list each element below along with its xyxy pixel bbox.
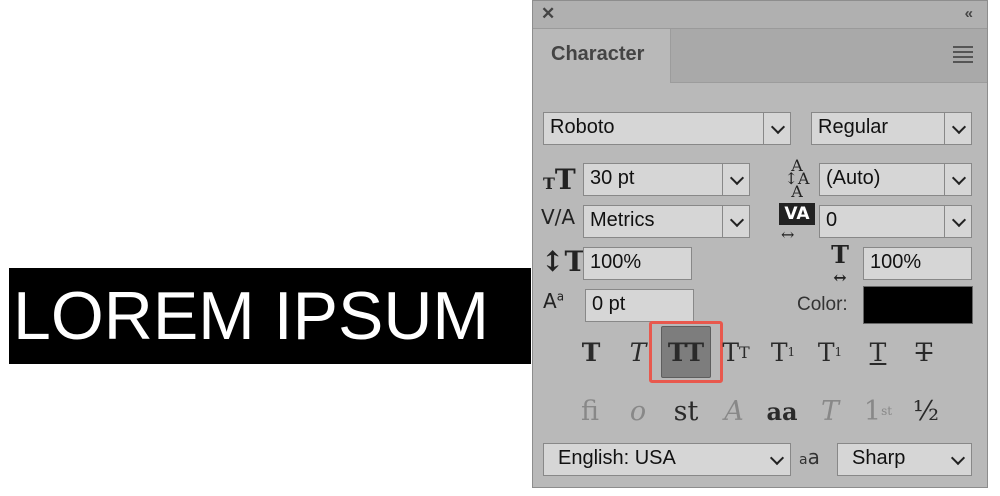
titling-alternates-button[interactable]: T [805, 391, 855, 431]
color-label: Color: [797, 294, 848, 315]
leading-value: (Auto) [826, 167, 881, 189]
color-swatch[interactable] [863, 286, 973, 324]
vertical-scale-icon: ↕T [541, 245, 586, 278]
font-family-dropdown[interactable]: Roboto [543, 112, 791, 145]
ordinals-button[interactable]: 1st [853, 391, 903, 431]
chevron-down-icon[interactable] [944, 205, 972, 238]
chevron-down-icon[interactable] [763, 112, 791, 145]
tracking-value: 0 [826, 209, 838, 231]
language-dropdown[interactable]: English: USA [543, 443, 791, 476]
tab-character[interactable]: Character [533, 29, 671, 83]
horizontal-scale-value: 100% [870, 251, 922, 273]
leading-dropdown[interactable]: (Auto) [819, 163, 972, 196]
discretionary-ligatures-button[interactable]: st [661, 391, 711, 431]
swash-button[interactable]: A [709, 391, 759, 431]
chevron-down-icon[interactable] [722, 205, 750, 238]
language-value: English: USA [558, 447, 676, 469]
font-family-value: Roboto [550, 116, 615, 138]
antialias-dropdown[interactable]: Sharp [837, 443, 972, 476]
tab-strip: Character [533, 29, 987, 83]
standard-ligatures-button[interactable]: fi [565, 391, 615, 431]
fractions-button[interactable]: ½ [901, 391, 951, 431]
underline-button[interactable]: T [853, 326, 903, 378]
chevron-down-icon[interactable] [944, 443, 972, 476]
horizontal-scale-input[interactable]: 100% [863, 247, 972, 280]
kerning-icon: V/A [541, 205, 576, 229]
vertical-scale-value: 100% [590, 251, 642, 273]
font-style-dropdown[interactable]: Regular [811, 112, 972, 145]
leading-icon: A ↕A A [784, 156, 810, 201]
faux-bold-button[interactable]: T [566, 326, 616, 378]
baseline-shift-icon: Aa [543, 289, 565, 313]
character-panel: ✕ « Character Roboto Regular TT 30 pt A ↕… [532, 0, 988, 488]
tracking-dropdown[interactable]: 0 [819, 205, 972, 238]
horizontal-scale-icon: T ↔ [831, 240, 849, 288]
chevron-down-icon[interactable] [944, 163, 972, 196]
font-style-value: Regular [818, 116, 889, 138]
chevron-down-icon[interactable] [763, 443, 791, 476]
chevron-down-icon[interactable] [944, 112, 972, 145]
contextual-alternates-button[interactable]: o [613, 391, 663, 431]
panel-title-bar: ✕ « [533, 1, 987, 29]
panel-menu-icon[interactable] [953, 46, 973, 66]
kerning-dropdown[interactable]: Metrics [583, 205, 750, 238]
kerning-value: Metrics [590, 209, 655, 231]
small-caps-button[interactable]: TT [711, 326, 761, 378]
baseline-shift-value: 0 pt [592, 293, 626, 315]
tracking-arrows-icon: ↔ [781, 225, 795, 244]
tracking-icon: VA [779, 203, 815, 225]
antialias-value: Sharp [852, 447, 906, 469]
font-size-dropdown[interactable]: 30 pt [583, 163, 750, 196]
stylistic-alternates-button[interactable]: aa [757, 391, 807, 431]
chevron-down-icon[interactable] [722, 163, 750, 196]
canvas-selected-text[interactable]: LOREM IPSUM [9, 268, 531, 364]
vertical-scale-input[interactable]: 100% [583, 247, 692, 280]
strikethrough-button[interactable]: T [899, 326, 949, 378]
superscript-button[interactable]: T1 [758, 326, 808, 378]
font-size-value: 30 pt [590, 167, 635, 189]
anti-alias-icon: aa [799, 445, 820, 469]
close-icon[interactable]: ✕ [541, 4, 555, 24]
collapse-icon[interactable]: « [965, 5, 973, 22]
subscript-button[interactable]: T1 [805, 326, 855, 378]
baseline-shift-input[interactable]: 0 pt [585, 289, 694, 322]
font-size-icon: TT [543, 163, 576, 196]
